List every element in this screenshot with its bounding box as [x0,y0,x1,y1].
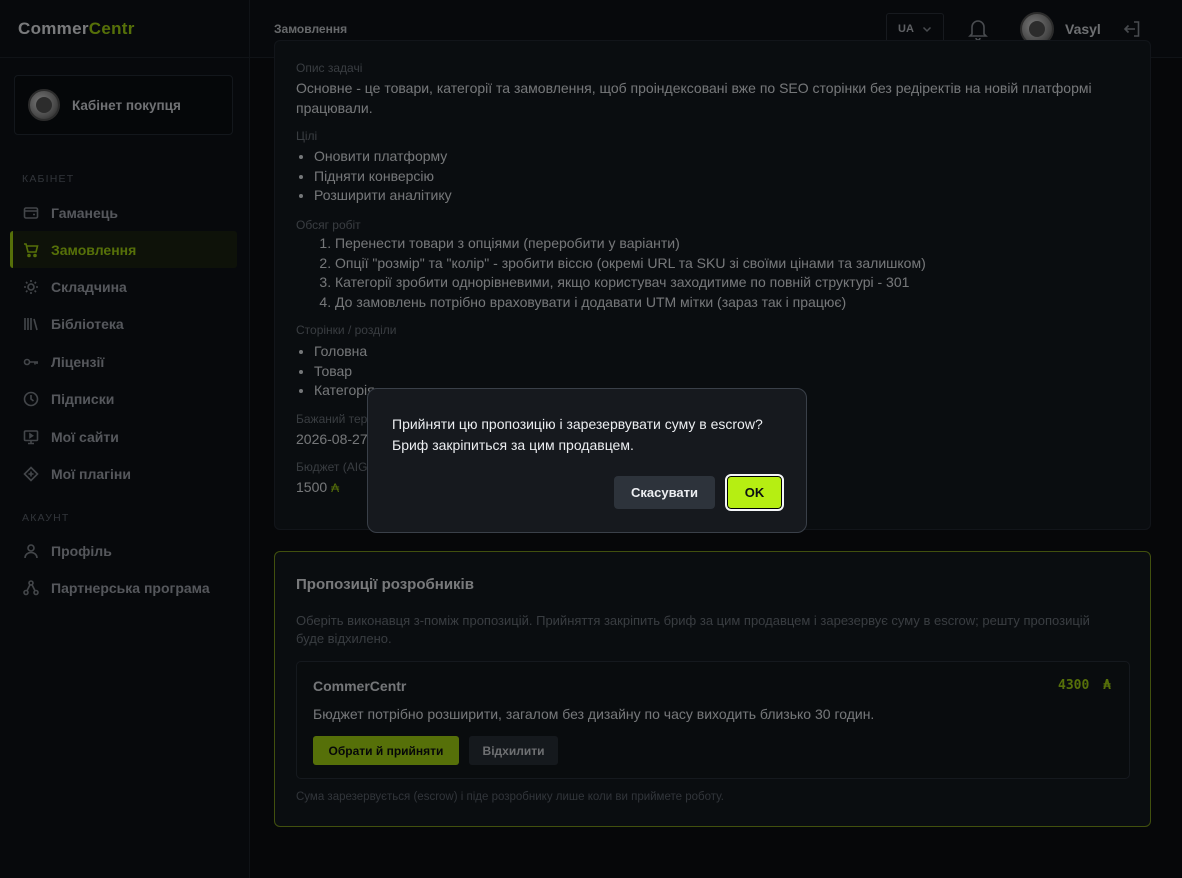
cancel-button[interactable]: Скасувати [614,476,715,509]
confirm-dialog: Прийняти цю пропозицію і зарезервувати с… [367,388,807,533]
dialog-message: Прийняти цю пропозицію і зарезервувати с… [392,416,763,453]
ok-button[interactable]: OK [725,474,784,511]
